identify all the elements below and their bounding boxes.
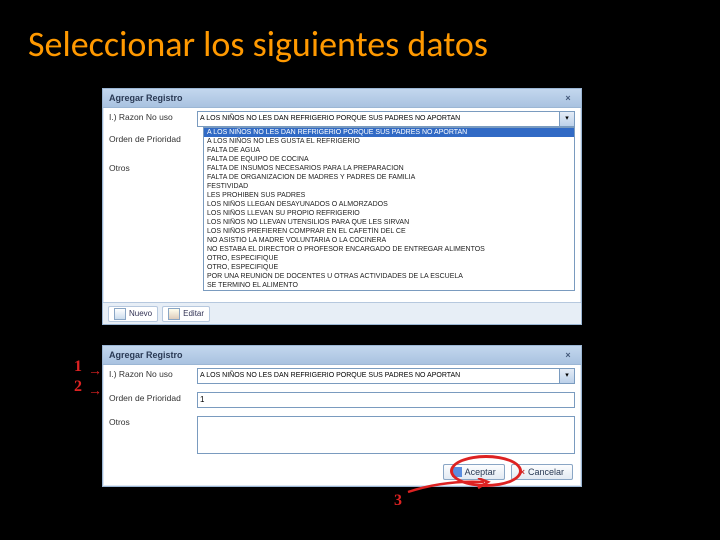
chevron-down-icon[interactable]: ▾ [559, 112, 574, 126]
dropdown-option[interactable]: LOS NIÑOS LLEVAN SU PROPIO REFRIGERIO [204, 209, 574, 218]
razon-dropdown-list[interactable]: A LOS NIÑOS NO LES DAN REFRIGERIO PORQUE… [203, 127, 575, 291]
dropdown-option[interactable]: NO ASISTIÓ LA MADRE VOLUNTARIA O LA COCI… [204, 236, 574, 245]
label-razon: I.) Razon No uso [109, 368, 197, 384]
dropdown-option[interactable]: FALTA DE ORGANIZACION DE MADRES Y PADRES… [204, 173, 574, 182]
razon-select[interactable]: A LOS NIÑOS NO LES DAN REFRIGERIO PORQUE… [197, 368, 575, 384]
dropdown-option[interactable]: LOS NIÑOS NO LLEVAN UTENSILIOS PARA QUE … [204, 218, 574, 227]
dropdown-option[interactable]: A LOS NIÑOS NO LES DAN REFRIGERIO PORQUE… [204, 128, 574, 137]
dropdown-option[interactable]: FESTIVIDAD [204, 182, 574, 191]
annotation-arrow-3 [404, 478, 494, 498]
dialog-header: Agregar Registro × [103, 89, 581, 108]
page-title: Seleccionar los siguientes datos [28, 22, 488, 66]
dropdown-option[interactable]: OTRO, ESPECIFIQUE [204, 254, 574, 263]
razon-select[interactable]: A LOS NIÑOS NO LES DAN REFRIGERIO PORQUE… [197, 111, 575, 127]
label-prioridad: Orden de Prioridad [109, 133, 197, 144]
dropdown-option[interactable]: FALTA DE INSUMOS NECESARIOS PARA LA PREP… [204, 164, 574, 173]
label-razon: I.) Razon No uso [109, 111, 197, 127]
razon-select-value: A LOS NIÑOS NO LES DAN REFRIGERIO PORQUE… [200, 369, 572, 383]
dropdown-option[interactable]: LOS NIÑOS LLEGAN DESAYUNADOS O ALMORZADO… [204, 200, 574, 209]
dialog-header: Agregar Registro × [103, 346, 581, 365]
dropdown-option[interactable]: A LOS NIÑOS NO LES GUSTA EL REFRIGERIO [204, 137, 574, 146]
cancelar-label: Cancelar [528, 467, 564, 477]
nuevo-button[interactable]: Nuevo [108, 306, 158, 322]
dropdown-option[interactable]: FALTA DE AGUA [204, 146, 574, 155]
dropdown-option[interactable]: LOS NIÑOS PREFIEREN COMPRAR EN EL CAFETÍ… [204, 227, 574, 236]
editar-label: Editar [183, 309, 204, 318]
new-icon [114, 308, 126, 320]
annotation-1: 1 [74, 358, 82, 376]
dialog-title: Agregar Registro [109, 93, 183, 103]
dialog-title: Agregar Registro [109, 350, 183, 360]
label-otros: Otros [109, 162, 197, 173]
prioridad-input[interactable]: 1 [197, 392, 575, 408]
close-icon[interactable]: × [561, 348, 575, 362]
close-icon[interactable]: × [561, 91, 575, 105]
annotation-arrow-1: → [88, 362, 102, 378]
annotation-3: 3 [394, 492, 402, 510]
dropdown-option[interactable]: FALTA DE EQUIPO DE COCINA [204, 155, 574, 164]
dropdown-option[interactable]: LES PROHIBEN SUS PADRES [204, 191, 574, 200]
annotation-arrow-2: → [88, 382, 102, 398]
editar-button[interactable]: Editar [162, 306, 210, 322]
dropdown-option[interactable]: NO ESTABA EL DIRECTOR O PROFESOR ENCARGA… [204, 245, 574, 254]
nuevo-label: Nuevo [129, 309, 152, 318]
edit-icon [168, 308, 180, 320]
dropdown-option[interactable]: OTRO, ESPECIFIQUE [204, 263, 574, 272]
toolbar: Nuevo Editar [103, 302, 581, 324]
annotation-2: 2 [74, 378, 82, 396]
chevron-down-icon[interactable]: ▾ [559, 369, 574, 383]
dialog-agregar-registro-expanded: Agregar Registro × I.) Razon No uso A LO… [102, 88, 582, 325]
label-otros: Otros [109, 416, 197, 454]
label-prioridad: Orden de Prioridad [109, 392, 197, 408]
dropdown-option[interactable]: POR UNA REUNIÓN DE DOCENTES U OTRAS ACTI… [204, 272, 574, 281]
otros-textarea[interactable] [197, 416, 575, 454]
razon-select-value: A LOS NIÑOS NO LES DAN REFRIGERIO PORQUE… [200, 112, 572, 126]
dropdown-option[interactable]: SE TERMINO EL ALIMENTO [204, 281, 574, 290]
